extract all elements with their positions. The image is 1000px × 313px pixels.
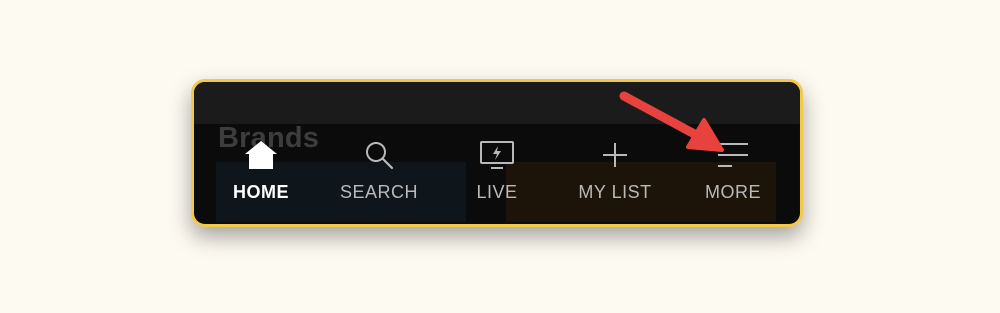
screenshot-stage: Brands HOME SEARCH LIVE MY LIST MORE (0, 0, 1000, 313)
tab-more[interactable]: MORE (678, 138, 788, 203)
home-icon (241, 138, 281, 172)
menu-icon (713, 138, 753, 172)
plus-icon (595, 138, 635, 172)
tab-live[interactable]: LIVE (442, 138, 552, 203)
tab-search[interactable]: SEARCH (324, 138, 434, 203)
live-tv-icon (477, 138, 517, 172)
content-strip (194, 82, 800, 124)
tab-label: SEARCH (339, 182, 418, 202)
bottom-tab-bar: HOME SEARCH LIVE MY LIST MORE (194, 138, 800, 218)
search-icon (359, 138, 399, 172)
tab-home[interactable]: HOME (206, 138, 316, 203)
app-frame: Brands HOME SEARCH LIVE MY LIST MORE (191, 79, 803, 227)
tab-label: MORE (705, 182, 761, 202)
tab-label: HOME (233, 182, 289, 202)
tab-label: MY LIST (578, 182, 652, 202)
tab-my-list[interactable]: MY LIST (560, 138, 670, 203)
tab-label: LIVE (476, 182, 518, 202)
